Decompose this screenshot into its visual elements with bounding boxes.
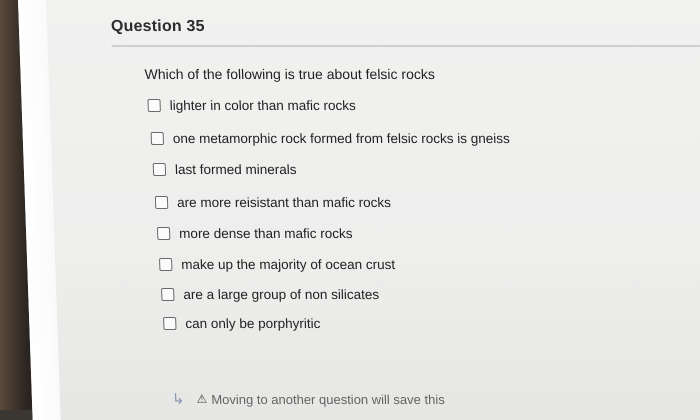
option-8[interactable]: can only be porphyritic xyxy=(163,316,321,331)
option-2[interactable]: one metamorphic rock formed from felsic … xyxy=(150,131,510,146)
quiz-screen: Question 35 Which of the following is tr… xyxy=(18,0,700,420)
option-6[interactable]: make up the majority of ocean crust xyxy=(159,257,395,272)
return-arrow-icon: ↳ xyxy=(171,391,185,408)
checkbox[interactable] xyxy=(163,317,177,330)
question-title: Question 35 xyxy=(110,18,206,35)
checkbox[interactable] xyxy=(154,196,169,209)
footer-text: Moving to another question will save thi… xyxy=(211,391,445,407)
option-label: can only be porphyritic xyxy=(185,316,321,331)
warning-icon: ⚠ xyxy=(196,392,208,406)
option-label: one metamorphic rock formed from felsic … xyxy=(172,131,510,146)
checkbox[interactable] xyxy=(147,99,161,112)
checkbox[interactable] xyxy=(161,288,175,301)
option-4[interactable]: are more reisistant than mafic rocks xyxy=(154,195,392,210)
checkbox[interactable] xyxy=(156,227,171,240)
option-1[interactable]: lighter in color than mafic rocks xyxy=(147,98,356,113)
checkbox[interactable] xyxy=(152,163,167,176)
option-label: are a large group of non silicates xyxy=(183,287,380,302)
option-3[interactable]: last formed minerals xyxy=(152,162,297,177)
option-label: are more reisistant than mafic rocks xyxy=(176,195,392,210)
option-7[interactable]: are a large group of non silicates xyxy=(161,287,379,302)
option-label: last formed minerals xyxy=(174,162,297,177)
option-label: make up the majority of ocean crust xyxy=(180,257,396,272)
title-divider xyxy=(111,45,700,47)
question-prompt: Which of the following is true about fel… xyxy=(144,66,436,82)
option-label: more dense than mafic rocks xyxy=(178,226,353,241)
footer-notice: ↳ ⚠ Moving to another question will save… xyxy=(172,390,445,408)
option-5[interactable]: more dense than mafic rocks xyxy=(156,226,353,241)
checkbox[interactable] xyxy=(150,132,165,145)
option-label: lighter in color than mafic rocks xyxy=(169,98,357,113)
checkbox[interactable] xyxy=(159,258,173,271)
